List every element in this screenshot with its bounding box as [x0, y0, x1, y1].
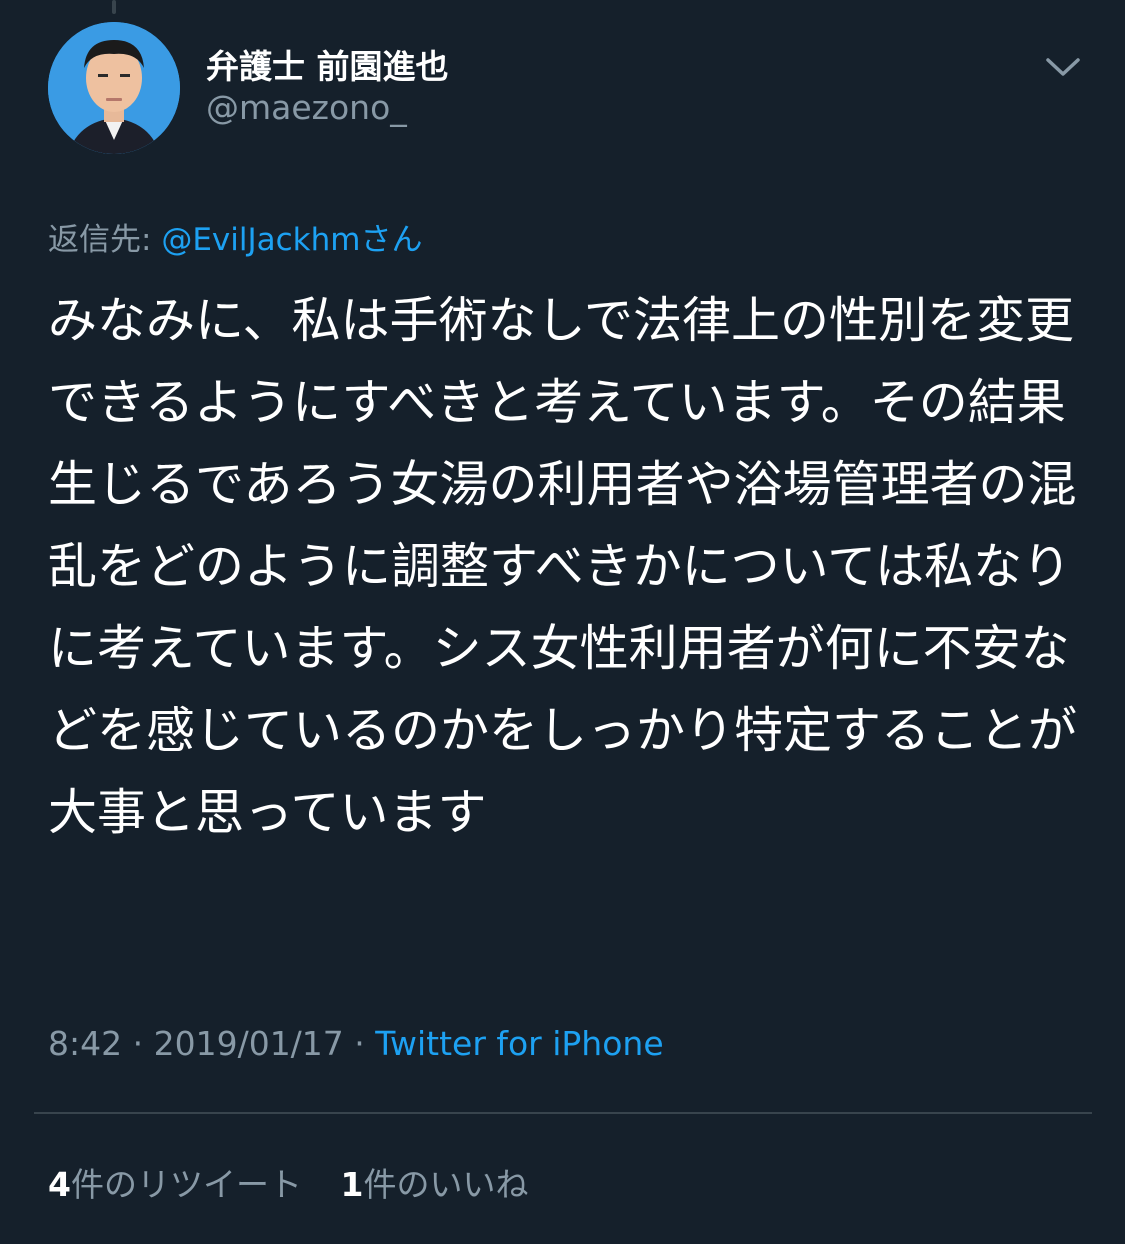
tweet-menu-button[interactable] [1042, 50, 1084, 82]
tweet-date[interactable]: 2019/01/17 [154, 1024, 344, 1063]
tweet-text: みなみに、私は手術なしで法律上の性別を変更できるようにすべきと考えています。その… [48, 292, 1078, 841]
avatar[interactable] [48, 22, 180, 154]
likes-count: 1 [340, 1165, 364, 1204]
divider [34, 1112, 1092, 1114]
avatar-photo-icon [48, 22, 180, 154]
reply-context: 返信先: @EvilJackhmさん [48, 214, 422, 259]
likes-label: 件のいいね [363, 1165, 529, 1204]
reply-mention-link[interactable]: @EvilJackhmさん [161, 222, 422, 258]
tweet-stats: 4件のリツイート 1件のいいね [48, 1158, 556, 1206]
display-name[interactable]: 弁護士 前園進也 [206, 40, 449, 88]
tweet-meta: 8:42 · 2019/01/17 · Twitter for iPhone [48, 1024, 664, 1063]
meta-separator: · [122, 1024, 154, 1063]
tweet-time[interactable]: 8:42 [48, 1024, 122, 1063]
retweets-count: 4 [48, 1165, 71, 1204]
retweets-label: 件のリツイート [70, 1165, 302, 1204]
retweets-stat[interactable]: 4件のリツイート [48, 1158, 302, 1206]
reply-prefix: 返信先: [48, 222, 162, 258]
user-handle[interactable]: @maezono_ [206, 88, 407, 127]
tweet-source-link[interactable]: Twitter for iPhone [375, 1024, 663, 1063]
meta-separator-2: · [343, 1024, 376, 1063]
chevron-down-icon [1046, 58, 1080, 76]
thread-connector-line [112, 0, 116, 14]
likes-stat[interactable]: 1件のいいね [340, 1158, 528, 1206]
